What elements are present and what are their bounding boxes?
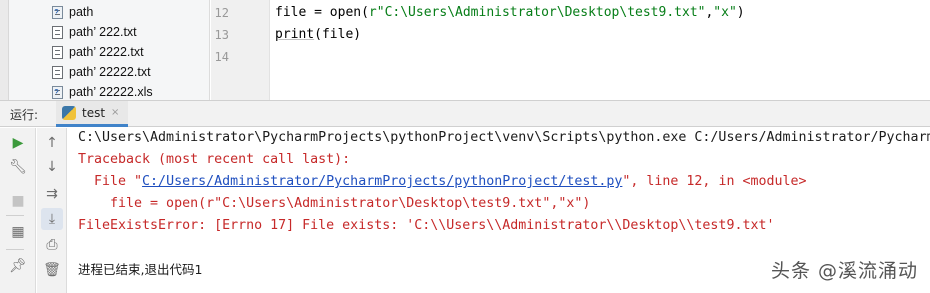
pin-icon[interactable]: 📌︎ <box>7 255 29 277</box>
tree-item-label: path’ 2222.txt <box>69 45 144 59</box>
console-command-line: C:\Users\Administrator\PycharmProjects\p… <box>78 130 930 145</box>
line-number-gutter: 12 13 14 <box>211 0 270 100</box>
traceback-file-suffix: ", line 12, in <module> <box>622 174 807 189</box>
string-literal: "x" <box>713 5 737 20</box>
code-editor[interactable]: file = open(r"C:\Users\Administrator\Des… <box>270 0 930 100</box>
line-number: 13 <box>214 28 229 42</box>
wrench-icon[interactable]: 🔧︎ <box>7 156 29 178</box>
close-icon[interactable]: × <box>111 107 119 118</box>
project-tree: ? path path’ 222.txt path’ 2222.txt path… <box>0 0 210 100</box>
text-file-icon <box>52 45 63 59</box>
tree-item-label: path <box>69 5 94 19</box>
tree-item-label: path’ 22222.xls <box>69 85 153 99</box>
tree-item-label: path’ 22222.txt <box>69 65 151 79</box>
watermark: 头条 @溪流涌动 <box>770 260 918 282</box>
tab-test[interactable]: test × <box>56 101 128 127</box>
tree-item[interactable]: path’ 222.txt <box>52 22 137 42</box>
arrow-down-icon[interactable]: ↓ <box>41 156 63 178</box>
arrow-up-icon[interactable]: ↑ <box>41 132 63 154</box>
code-token: file = open( <box>275 5 369 20</box>
traceback-file-line: File "C:/Users/Administrator/PycharmProj… <box>78 173 807 191</box>
tree-gutter <box>0 0 9 100</box>
code-token: (file) <box>314 27 362 42</box>
traceback-file-prefix: File " <box>78 174 143 189</box>
unknown-file-icon: ? <box>52 5 63 19</box>
code-line-12[interactable]: file = open(r"C:\Users\Administrator\Des… <box>275 5 745 20</box>
traceback-file-link[interactable]: C:/Users/Administrator/PycharmProjects/p… <box>142 174 622 189</box>
tab-label: test <box>82 105 106 120</box>
tree-item[interactable]: path’ 22222.txt <box>52 62 151 82</box>
trash-icon[interactable]: 🗑︎ <box>41 259 63 281</box>
tree-item-label: path’ 222.txt <box>69 25 137 39</box>
string-literal: r"C:\Users\Administrator\Desktop\test9.t… <box>368 5 706 20</box>
stop-icon[interactable]: ■ <box>7 190 29 212</box>
layout-icon[interactable]: ▦ <box>7 221 29 243</box>
run-window-title: 运行: <box>10 108 39 122</box>
top-area: ? path path’ 222.txt path’ 2222.txt path… <box>0 0 930 100</box>
line-number: 14 <box>214 50 229 64</box>
separator <box>6 215 24 216</box>
code-token: ) <box>736 5 745 20</box>
exit-message: 进程已结束,退出代码1 <box>78 262 203 277</box>
separator <box>6 249 24 250</box>
python-icon <box>62 105 76 120</box>
run-icon[interactable]: ▶ <box>7 132 29 154</box>
soft-wrap-icon[interactable]: ⇉ <box>41 183 63 205</box>
tree-item[interactable]: ? path <box>52 2 93 22</box>
run-window-header: 运行: test × <box>0 100 930 127</box>
run-toolbar-right: ↑ ↓ ⇉ ⤓ ⎙ 🗑︎ <box>37 128 67 293</box>
traceback-header: Traceback (most recent call last): <box>78 152 351 167</box>
run-toolbar-left: ▶ 🔧︎ ■ ▦ 📌︎ <box>0 128 36 293</box>
error-message: FileExistsError: [Errno 17] File exists:… <box>78 218 775 233</box>
traceback-code-line: file = open(r"C:\Users\Administrator\Des… <box>78 196 591 211</box>
text-file-icon <box>52 65 63 79</box>
code-line-13[interactable]: print(file) <box>275 27 361 42</box>
text-file-icon <box>52 25 63 39</box>
line-number: 12 <box>214 6 229 20</box>
function-name: print <box>275 27 315 42</box>
unknown-file-icon: ? <box>52 85 63 99</box>
tree-item[interactable]: ? path’ 22222.xls <box>52 82 153 100</box>
print-icon[interactable]: ⎙ <box>41 234 63 256</box>
scroll-to-end-icon[interactable]: ⤓ <box>41 208 63 230</box>
tree-item[interactable]: path’ 2222.txt <box>52 42 144 62</box>
